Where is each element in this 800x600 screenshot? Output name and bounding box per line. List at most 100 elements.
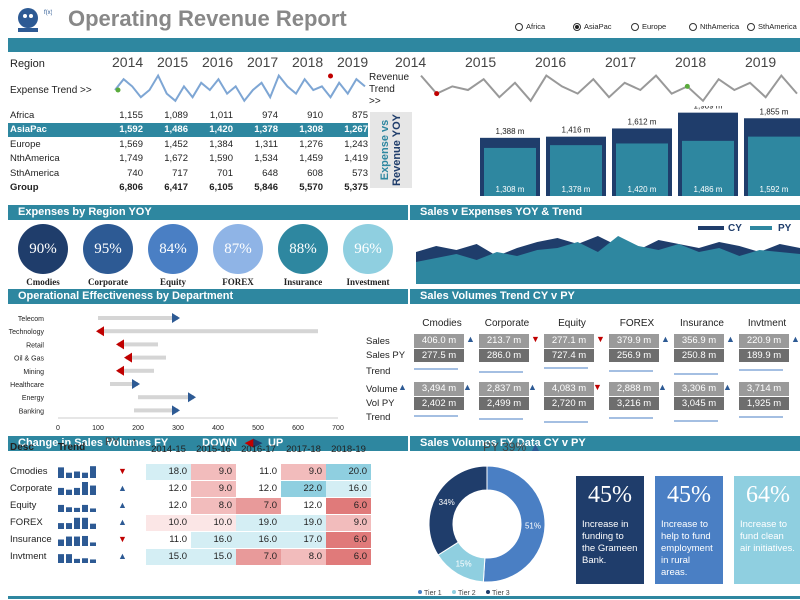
year-header: 2018 [675,54,707,70]
row-value: 1,384 [209,138,233,150]
region-radio-group[interactable]: Africa AsiaPac Europe NthAmerica SthAmerica [515,22,800,36]
axis-tick: 300 [172,425,184,432]
trend-column-sparkline [58,504,96,512]
min-marker [115,87,121,93]
volume-cell: 4,083 m [544,382,594,396]
row-value: 1,378 [254,124,278,135]
volume-py-cell: 2,720 m [544,397,594,410]
dept-label: Telecom [18,316,44,323]
table-row: Group 6,806 6,417 6,105 5,846 5,570 5,375 [8,181,368,195]
up-triangle-icon: ▲ [398,382,407,392]
mini-trend-sparkline [414,415,458,417]
row-value: 910 [307,109,323,121]
volume-cell: 3,494 m [414,382,464,396]
revenue-bar-label: 1,612 m [628,117,657,126]
region-radio-africa[interactable]: Africa [515,22,545,31]
desc-header: Desc [10,442,34,453]
down-triangle-icon: ▼ [596,334,605,344]
trend-column [90,523,96,529]
up-triangle-icon: ▲ [658,382,667,392]
row-value: 701 [217,167,233,179]
trend-column [58,504,64,512]
row-label: Trend [366,366,391,377]
axis-tick: 0 [56,425,60,432]
row-value: 1,089 [164,109,188,121]
heatmap-cell: 16.0 [191,532,236,548]
trend-column-sparkline [58,554,96,563]
up-triangle-icon: ▲ [529,440,542,454]
sales-volumes-trend-header: Sales Volumes Trend CY v PY [410,289,800,304]
row-label: Vol PY [366,398,395,409]
radio-circle-icon[interactable] [689,22,697,31]
radio-circle-icon[interactable] [515,22,523,31]
volume-py-cell: 2,499 m [479,397,529,410]
row-value: 1,569 [119,138,143,150]
axis-tick: 500 [252,425,264,432]
region-radio-sthamerica[interactable]: SthAmerica [747,22,797,31]
sales-v-expenses-header: Sales v Expenses YOY & Trend [410,205,800,220]
trend-column-sparkline [58,535,96,546]
heatmap-cell: 19.0 [236,515,281,531]
dept-bar [134,408,178,413]
row-value: 1,155 [119,109,143,121]
trend-column [66,507,72,512]
region-radio-europe[interactable]: Europe [631,22,666,31]
year-header: 2015-16 [196,444,231,455]
circle-value: 84% [148,224,198,274]
heatmap-cell: 18.0 [146,464,191,480]
heatmap-cell: 15.0 [146,549,191,565]
revenue-trend-label: Revenue Trend >> [369,72,410,107]
region-label: Region [10,58,45,70]
row-value: 1,243 [344,138,368,150]
col-header: Equity [558,318,586,329]
card-text: Increase to fund clean air initiatives. [740,519,795,554]
table-row: AsiaPac 1,592 1,486 1,420 1,378 1,308 1,267 [8,122,368,137]
card-percent: 64% [746,482,790,508]
year-header: 2016 [535,54,567,70]
trend-column [74,558,80,563]
mini-trend-sparkline [609,417,653,419]
row-label: Group [10,182,39,193]
expense-trend-label: Expense Trend >> [10,85,92,96]
expense-circle-cmodies: 90% Cmodies [18,224,68,287]
donut-slice [428,465,488,556]
revenue-trend-line [420,73,798,103]
heatmap-cell: 17.0 [281,532,326,548]
row-label: Corporate [10,483,53,494]
row-value: 608 [307,167,323,179]
row-label: NthAmerica [10,153,60,164]
up-triangle-icon: ▲ [118,500,127,510]
sales-py-cell: 277.5 m [414,349,464,362]
radio-dot-icon [575,24,579,29]
expense-circles: 90% Cmodies 95% Corporate 84% Equity 87% FOREX 8… [10,224,405,290]
trend-column [90,542,96,546]
sales-volume-grid: Sales Sales PY Trend Volume Vol PY Trend Cmodi… [366,316,800,426]
trend-column-sparkline [58,482,96,495]
mini-trend-sparkline [739,416,783,418]
heatmap-cell: 12.0 [236,481,281,497]
sales-py-cell: 189.9 m [739,349,789,362]
py-legend-swatch [750,226,772,230]
revenue-yoy-text: Revenue YOY [391,114,404,186]
table-row: Africa 1,155 1,089 1,011 974 910 875 [8,108,368,122]
heatmap-cell: 7.0 [236,498,281,514]
radio-circle-icon[interactable] [631,22,639,31]
region-table: Africa 1,155 1,089 1,011 974 910 875 AsiaPac 1,5… [8,108,368,198]
row-label: Europe [10,138,41,150]
axis-tick: 700 [332,425,344,432]
trend-column [74,471,80,478]
funding-cards: 45% Increase in funding to the Grameen Ba… [576,476,800,586]
expense-bar-label: 1,420 m [628,185,657,194]
py-header: PY [105,436,120,448]
row-value: 1,486 [164,124,188,135]
trend-column [66,554,72,563]
row-value: 1,749 [119,153,143,164]
circle-label: Corporate [88,277,128,287]
radio-circle-icon[interactable] [747,22,755,31]
radio-circle-icon[interactable] [573,22,581,31]
region-radio-asiapac[interactable]: AsiaPac [573,22,612,31]
row-value: 1,419 [344,153,368,164]
mini-trend-sparkline [544,367,588,369]
region-radio-nthamerica[interactable]: NthAmerica [689,22,739,31]
heatmap-cell: 20.0 [326,464,371,480]
